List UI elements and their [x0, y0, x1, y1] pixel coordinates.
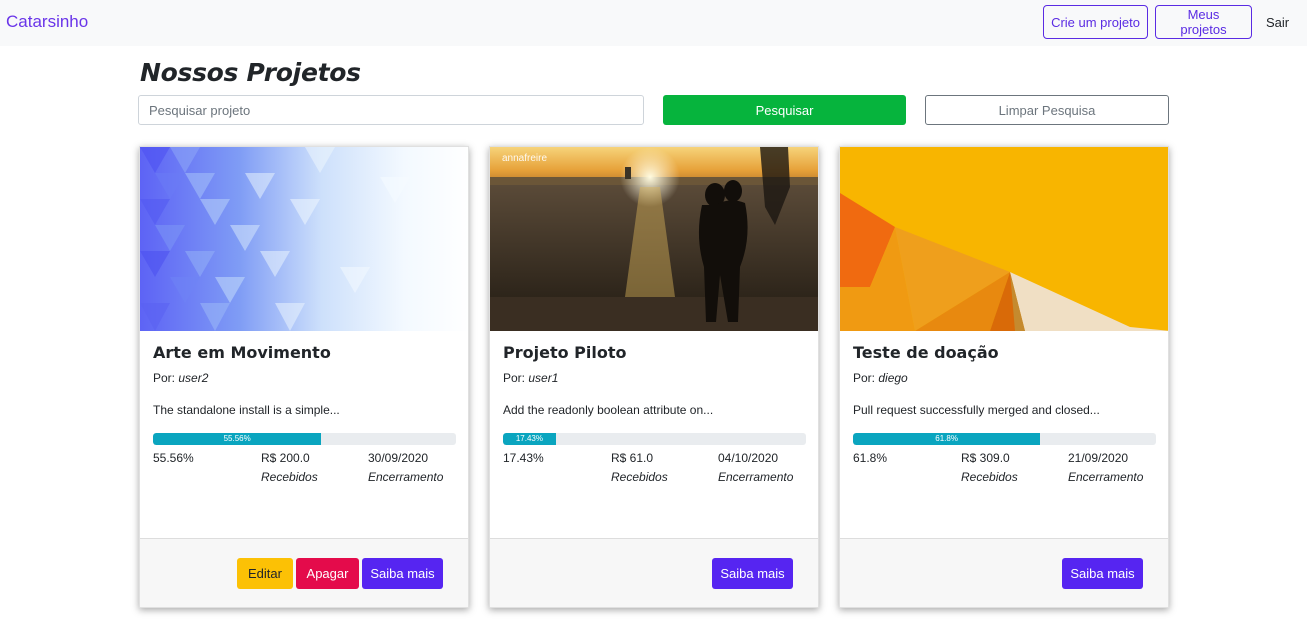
- project-image: [840, 147, 1168, 331]
- author-label: Por:: [503, 371, 526, 385]
- project-author: Por: diego: [853, 371, 908, 385]
- end-date-label: Encerramento: [1068, 470, 1144, 484]
- more-info-button[interactable]: Saiba mais: [362, 558, 443, 589]
- project-image: [140, 147, 468, 331]
- end-date-value: 21/09/2020: [1068, 451, 1129, 465]
- clear-search-button[interactable]: Limpar Pesquisa: [925, 95, 1169, 125]
- more-info-button[interactable]: Saiba mais: [712, 558, 793, 589]
- card-footer: Editar Apagar Saiba mais: [140, 538, 468, 607]
- received-value: R$ 309.0: [961, 451, 1010, 465]
- project-card: Teste de doação Por: diego Pull request …: [839, 146, 1169, 608]
- project-card: Arte em Movimento Por: user2 The standal…: [139, 146, 469, 608]
- navbar: Catarsinho Crie um projeto Meus projetos…: [0, 0, 1307, 46]
- received-label: Recebidos: [961, 470, 1018, 484]
- card-footer: Saiba mais: [840, 538, 1168, 607]
- page-title: Nossos Projetos: [140, 58, 361, 87]
- project-title: Arte em Movimento: [153, 343, 331, 362]
- end-date-value: 04/10/2020: [718, 451, 779, 465]
- percent-value: 61.8%: [853, 451, 888, 465]
- project-author: Por: user2: [153, 371, 208, 385]
- delete-button[interactable]: Apagar: [296, 558, 359, 589]
- edit-button[interactable]: Editar: [237, 558, 293, 589]
- author-label: Por:: [853, 371, 876, 385]
- create-project-button[interactable]: Crie um projeto: [1043, 5, 1148, 39]
- received-value: R$ 61.0: [611, 451, 654, 465]
- project-description: Pull request successfully merged and clo…: [853, 403, 1100, 417]
- project-author: Por: user1: [503, 371, 558, 385]
- author-name[interactable]: diego: [878, 371, 907, 385]
- end-date-label: Encerramento: [718, 470, 794, 484]
- project-card: annafreire Projeto Piloto Por: user1 Add…: [489, 146, 819, 608]
- author-name[interactable]: user1: [528, 371, 558, 385]
- received-label: Recebidos: [261, 470, 318, 484]
- progress-bar: 61.8%: [853, 433, 1156, 445]
- percent-value: 55.56%: [153, 451, 194, 465]
- end-date-value: 30/09/2020: [368, 451, 429, 465]
- progress-bar: 17.43%: [503, 433, 806, 445]
- logout-link[interactable]: Sair: [1266, 15, 1289, 30]
- progress-bar: 55.56%: [153, 433, 456, 445]
- more-info-button[interactable]: Saiba mais: [1062, 558, 1143, 589]
- project-image: annafreire: [490, 147, 818, 331]
- brand-link[interactable]: Catarsinho: [6, 12, 88, 32]
- card-footer: Saiba mais: [490, 538, 818, 607]
- search-input[interactable]: [138, 95, 644, 125]
- author-label: Por:: [153, 371, 176, 385]
- received-value: R$ 200.0: [261, 451, 310, 465]
- project-description: The standalone install is a simple...: [153, 403, 340, 417]
- project-title: Teste de doação: [853, 343, 999, 362]
- search-button[interactable]: Pesquisar: [663, 95, 906, 125]
- project-description: Add the readonly boolean attribute on...: [503, 403, 714, 417]
- my-projects-button[interactable]: Meus projetos: [1155, 5, 1252, 39]
- percent-value: 17.43%: [503, 451, 544, 465]
- progress-fill: 55.56%: [153, 433, 322, 445]
- received-label: Recebidos: [611, 470, 668, 484]
- end-date-label: Encerramento: [368, 470, 444, 484]
- image-watermark: annafreire: [502, 153, 547, 164]
- progress-fill: 61.8%: [853, 433, 1041, 445]
- progress-fill: 17.43%: [503, 433, 556, 445]
- author-name[interactable]: user2: [178, 371, 208, 385]
- project-title: Projeto Piloto: [503, 343, 627, 362]
